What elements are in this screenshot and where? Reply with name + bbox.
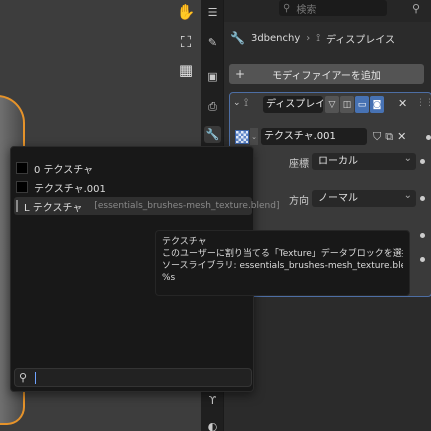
breadcrumb-modifier: ディスプレイス (326, 34, 395, 46)
add-modifier-button[interactable]: + モディファイアーを追加 (229, 64, 424, 84)
texture-name-field[interactable]: テクスチャ.001 (261, 128, 367, 145)
texture-icon (16, 181, 28, 193)
camera-icon[interactable]: ⛶ (174, 30, 198, 54)
properties-search-input[interactable]: ⚲ 検索 (279, 0, 387, 16)
direction-select[interactable]: ノーマル (312, 187, 416, 207)
menu-icon[interactable]: ☰ (204, 4, 221, 21)
fake-user-shield-icon[interactable]: ⛉ (373, 130, 381, 144)
chevron-down-icon[interactable]: ⌄ (233, 98, 241, 108)
tooltip: テクスチャ このユーザーに割り当てる「Texture」データブロックを選択します… (155, 230, 410, 296)
modifier-tab-icon[interactable]: 🔧 (204, 126, 221, 143)
breadcrumb: 🔧 3dbenchy › ⟟ ディスプレイス (224, 28, 431, 48)
properties-editor: ⚲ 検索 ⚲ 🔧 3dbenchy › ⟟ ディスプレイス + モディファイアー… (223, 0, 431, 431)
text-caret (35, 372, 36, 384)
tooltip-title: テクスチャ (162, 237, 207, 247)
hand-icon[interactable]: ✋ (174, 0, 198, 24)
properties-header: ⚲ 検索 ⚲ (224, 0, 431, 22)
viewport-display-icon[interactable]: ▭ (355, 96, 369, 113)
plus-icon: + (235, 67, 246, 81)
render-icon[interactable]: ▣ (204, 68, 221, 85)
displace-icon: ⟟ (244, 96, 249, 109)
modifier-toggles: ▽ ◫ ▭ ◙ (325, 96, 384, 113)
keyframe-dot[interactable] (420, 159, 425, 164)
edit-mode-icon[interactable]: ◫ (340, 96, 354, 113)
material-icon[interactable]: ◐ (204, 418, 221, 431)
popup-item[interactable]: 0 テクスチャ (14, 159, 252, 177)
popup-search-input[interactable]: ⚲ (14, 368, 252, 387)
breadcrumb-object: 3dbenchy (250, 32, 301, 44)
keyframe-dot[interactable] (420, 257, 425, 262)
modifier-name-field[interactable]: ディスプレイス (263, 96, 323, 113)
coordinates-label: 座標 (289, 159, 309, 170)
search-icon: ⚲ (19, 371, 28, 384)
grid-icon[interactable]: ▦ (174, 58, 198, 82)
tool-icon[interactable]: ✎ (204, 34, 221, 51)
tooltip-source: ソースライブラリ: essentials_brushes-mesh_textur… (162, 261, 403, 271)
tooltip-python: %s (162, 273, 176, 283)
output-icon[interactable]: ⎙ (204, 98, 221, 115)
texture-icon (16, 162, 28, 174)
popup-item-highlighted[interactable]: L テクスチャ [essentials_brushes-mesh_texture… (14, 197, 280, 215)
library-texture-icon (16, 200, 18, 212)
physics-icon[interactable]: ϒ (204, 392, 221, 409)
texture-row: ⌄ テクスチャ.001 ⛉ ⧉ ✕ (235, 127, 427, 146)
remove-modifier-icon[interactable]: ✕ (398, 97, 407, 110)
direction-label: 方向 (289, 196, 309, 207)
chevron-down-icon[interactable]: ⌄ (250, 128, 258, 145)
texture-thumbnail[interactable] (235, 129, 249, 144)
pin-icon[interactable]: ⚲ (412, 2, 420, 15)
search-icon: ⚲ (283, 2, 291, 14)
popup-item[interactable]: テクスチャ.001 (14, 178, 252, 196)
chevron-right-icon: › (306, 32, 311, 44)
duplicate-icon[interactable]: ⧉ (385, 130, 393, 144)
drag-handle-icon[interactable]: ⋮⋮ (416, 98, 431, 108)
coordinates-select[interactable]: ローカル (312, 150, 416, 170)
keyframe-dot[interactable] (426, 135, 431, 140)
coordinates-row: 座標 ローカル (230, 150, 431, 171)
wrench-icon: 🔧 (230, 31, 245, 45)
keyframe-dot[interactable] (420, 196, 425, 201)
on-cage-icon[interactable]: ▽ (325, 96, 339, 113)
unlink-icon[interactable]: ✕ (397, 130, 406, 144)
tooltip-description: このユーザーに割り当てる「Texture」データブロックを選択します (162, 249, 403, 259)
keyframe-dot[interactable] (420, 233, 425, 238)
modifier-icon: ⟟ (316, 32, 320, 44)
render-camera-icon[interactable]: ◙ (370, 96, 384, 113)
add-modifier-label: モディファイアーを追加 (272, 70, 381, 82)
